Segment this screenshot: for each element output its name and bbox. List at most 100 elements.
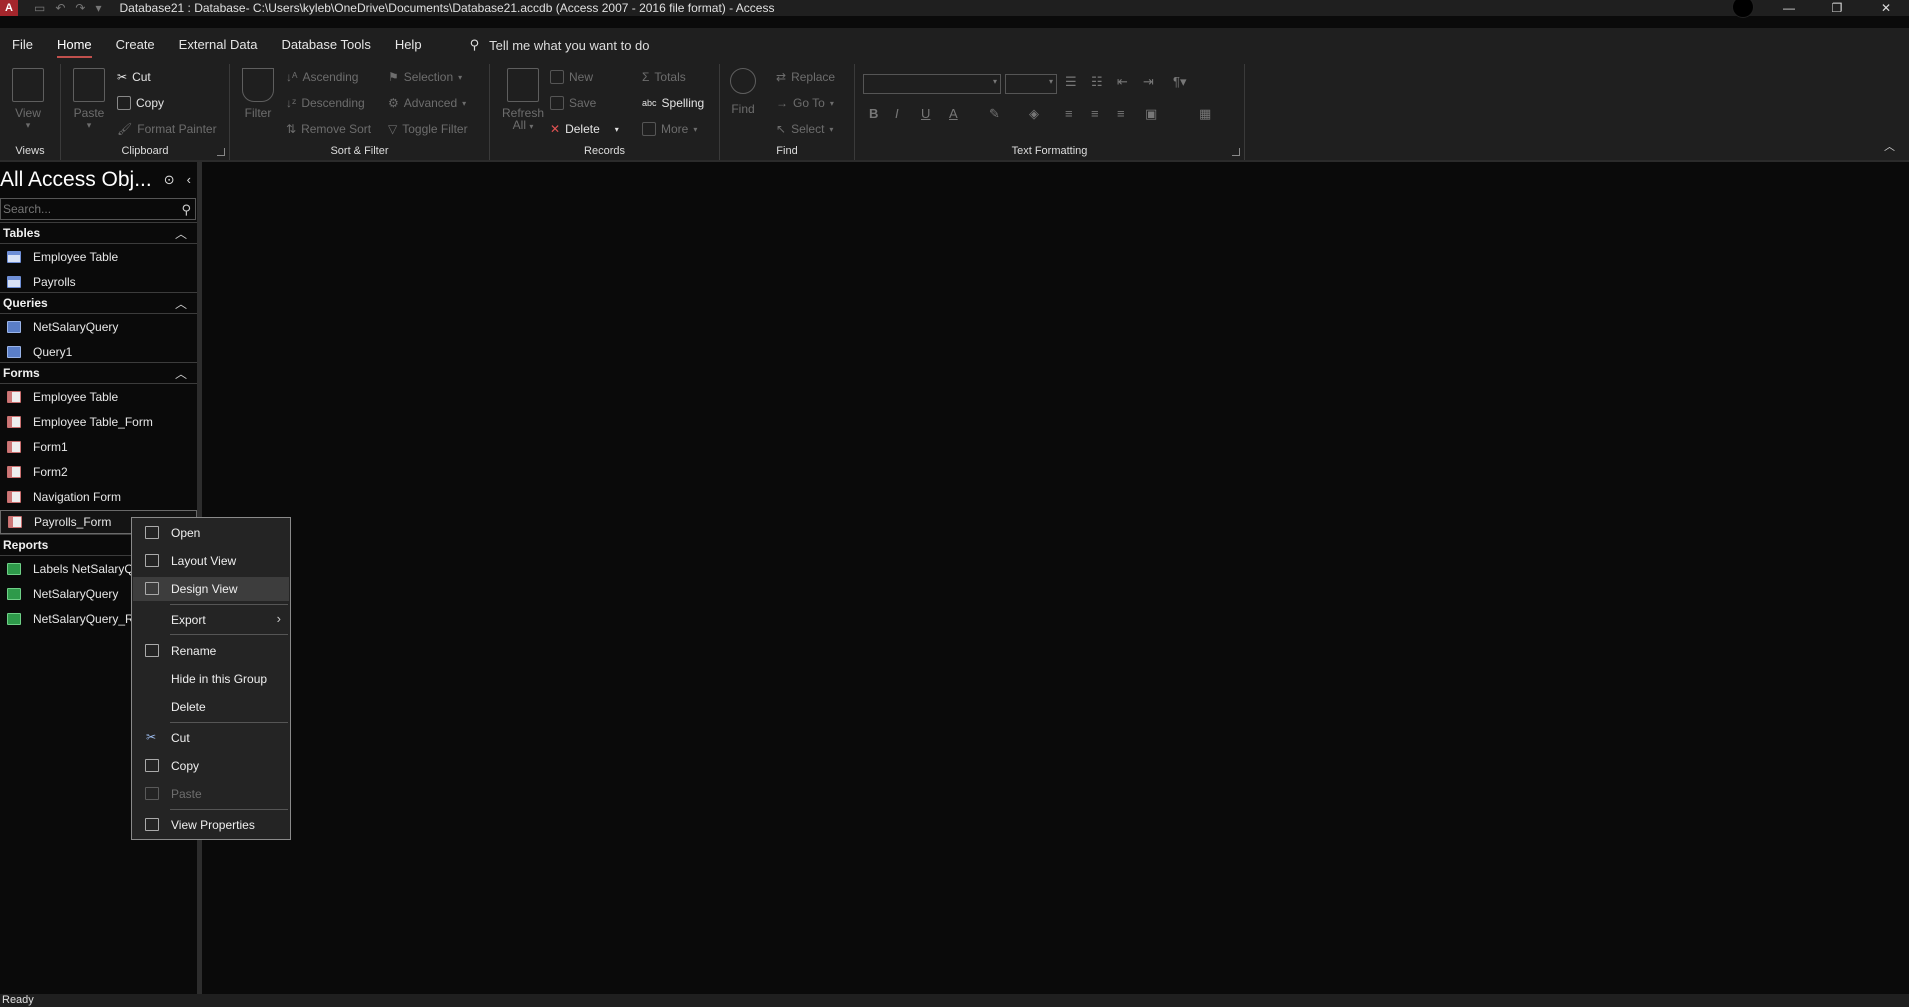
menu-item-open[interactable]: Open	[133, 521, 289, 545]
collapse-chevron-icon[interactable]: ︿	[175, 365, 187, 382]
access-app-icon[interactable]: A	[0, 0, 18, 16]
fill-color-icon[interactable]: ◈	[1029, 106, 1039, 122]
menu-item-layout-view[interactable]: Layout View	[133, 549, 289, 573]
tab-file[interactable]: File	[0, 28, 45, 58]
tell-me-box[interactable]: ⚲ Tell me what you want to do	[470, 28, 650, 53]
totals-button[interactable]: Σ Totals	[642, 70, 686, 84]
nav-item-form2[interactable]: Form2	[0, 460, 197, 484]
filter-button[interactable]: Filter	[242, 68, 274, 120]
new-record-button[interactable]: New	[550, 70, 593, 84]
font-name-combo[interactable]: ▾	[863, 74, 1001, 94]
close-button[interactable]: ✕	[1863, 0, 1909, 16]
advanced-button[interactable]: ⚙ Advanced ▾	[388, 96, 466, 110]
nav-search-box[interactable]: ⚲	[0, 198, 196, 220]
bullets-icon[interactable]: ☰	[1065, 74, 1077, 90]
underline-button[interactable]: U	[921, 106, 930, 121]
sort-filter-group-label: Sort & Filter	[330, 145, 389, 157]
descending-button[interactable]: ↓ᶻ Descending	[286, 96, 365, 110]
align-right-icon[interactable]: ≡	[1117, 106, 1125, 121]
collapse-ribbon-icon[interactable]: ︿	[1884, 138, 1895, 154]
refresh-all-button[interactable]: Refresh All ▾	[502, 68, 544, 132]
nav-section-tables[interactable]: Tables ︿	[0, 222, 197, 244]
nav-item-netsalaryquery[interactable]: NetSalaryQuery	[0, 315, 197, 339]
highlight-icon[interactable]: ✎	[989, 106, 1000, 122]
menu-item-cut[interactable]: ✂ Cut	[133, 726, 289, 750]
tab-external-data[interactable]: External Data	[167, 28, 270, 58]
text-formatting-group-label: Text Formatting	[1011, 145, 1088, 157]
view-button[interactable]: View ▾	[12, 68, 44, 131]
menu-item-export[interactable]: Export ›	[133, 608, 289, 632]
numbering-icon[interactable]: ☷	[1091, 74, 1103, 90]
nav-item-employee-table-form[interactable]: Employee Table	[0, 385, 197, 409]
nav-search-input[interactable]	[3, 202, 175, 216]
menu-item-copy[interactable]: Copy	[133, 754, 289, 778]
font-color-button[interactable]: A	[949, 106, 958, 121]
copy-button[interactable]: Copy	[117, 96, 164, 110]
format-painter-button[interactable]: 🖌 Format Painter	[117, 122, 217, 136]
clipboard-launcher-icon[interactable]	[217, 148, 225, 156]
undo-icon[interactable]: ↶	[55, 1, 65, 15]
report-icon	[7, 613, 21, 625]
nav-item-payrolls[interactable]: Payrolls	[0, 270, 197, 294]
toggle-filter-button[interactable]: ▽ Toggle Filter	[388, 122, 468, 136]
collapse-chevron-icon[interactable]: ︿	[175, 295, 187, 312]
increase-indent-icon[interactable]: ⇥	[1143, 74, 1154, 90]
spelling-button[interactable]: abc Spelling	[642, 96, 704, 110]
find-group: Find ⇄ Replace → Go To ▾ ↖ Select ▾ Find	[720, 64, 855, 160]
form-icon	[7, 416, 21, 428]
bold-button[interactable]: B	[869, 106, 878, 121]
clipboard-group-label: Clipboard	[121, 145, 169, 157]
save-icon[interactable]: ▭	[34, 1, 45, 15]
tab-help[interactable]: Help	[383, 28, 434, 58]
ascending-button[interactable]: ↓ᴬ Ascending	[286, 70, 358, 84]
restore-button[interactable]: ❐	[1814, 0, 1860, 16]
nav-pane-header[interactable]: All Access Obj... ⊙ ‹	[0, 166, 197, 194]
user-avatar[interactable]	[1732, 0, 1754, 18]
redo-icon[interactable]: ↷	[75, 1, 85, 15]
gridlines-icon[interactable]: ▦	[1199, 106, 1211, 122]
menu-item-delete[interactable]: Delete	[133, 695, 289, 719]
tab-home[interactable]: Home	[45, 28, 104, 58]
cut-button[interactable]: ✂ Cut	[117, 70, 151, 84]
minimize-button[interactable]: —	[1766, 0, 1812, 16]
paragraph-direction-icon[interactable]: ¶▾	[1173, 74, 1187, 90]
nav-item-employee-table[interactable]: Employee Table	[0, 245, 197, 269]
new-record-icon	[550, 70, 564, 84]
nav-section-forms[interactable]: Forms ︿	[0, 362, 197, 384]
workspace	[207, 162, 1909, 994]
nav-item-form1[interactable]: Form1	[0, 435, 197, 459]
align-left-icon[interactable]: ≡	[1065, 106, 1073, 121]
collapse-chevron-icon[interactable]: ︿	[175, 225, 187, 242]
menu-item-paste[interactable]: Paste	[133, 782, 289, 806]
align-center-icon[interactable]: ≡	[1091, 106, 1099, 121]
text-formatting-launcher-icon[interactable]	[1232, 148, 1240, 156]
find-button[interactable]: Find	[730, 68, 756, 116]
paste-button[interactable]: Paste ▾	[73, 68, 105, 131]
more-button[interactable]: More ▾	[642, 122, 697, 136]
go-to-button[interactable]: → Go To ▾	[776, 96, 834, 110]
delete-record-button[interactable]: ✕ Delete ▾	[550, 122, 619, 136]
remove-sort-button[interactable]: ⇅ Remove Sort	[286, 122, 371, 136]
font-size-combo[interactable]: ▾	[1005, 74, 1057, 94]
search-icon[interactable]: ⚲	[181, 202, 191, 218]
menu-item-rename[interactable]: Rename	[133, 639, 289, 663]
save-record-button[interactable]: Save	[550, 96, 596, 110]
nav-menu-dropdown-icon[interactable]: ⊙	[164, 172, 175, 188]
menu-item-design-view[interactable]: Design View	[133, 577, 289, 601]
tab-database-tools[interactable]: Database Tools	[269, 28, 382, 58]
nav-item-employee-table-form2[interactable]: Employee Table_Form	[0, 410, 197, 434]
italic-button[interactable]: I	[895, 106, 899, 121]
customize-qat-icon[interactable]: ▾	[95, 1, 101, 15]
shutter-bar-close-icon[interactable]: ‹	[187, 172, 191, 188]
nav-item-navigation-form[interactable]: Navigation Form	[0, 485, 197, 509]
nav-item-query1[interactable]: Query1	[0, 340, 197, 364]
replace-button[interactable]: ⇄ Replace	[776, 70, 835, 84]
menu-item-hide-in-group[interactable]: Hide in this Group	[133, 667, 289, 691]
decrease-indent-icon[interactable]: ⇤	[1117, 74, 1128, 90]
selection-button[interactable]: ⚑ Selection ▾	[388, 70, 462, 84]
select-button[interactable]: ↖ Select ▾	[776, 122, 833, 136]
nav-section-queries[interactable]: Queries ︿	[0, 292, 197, 314]
menu-item-view-properties[interactable]: View Properties	[133, 813, 289, 837]
alternate-row-color-icon[interactable]: ▣	[1145, 106, 1157, 122]
tab-create[interactable]: Create	[104, 28, 167, 58]
